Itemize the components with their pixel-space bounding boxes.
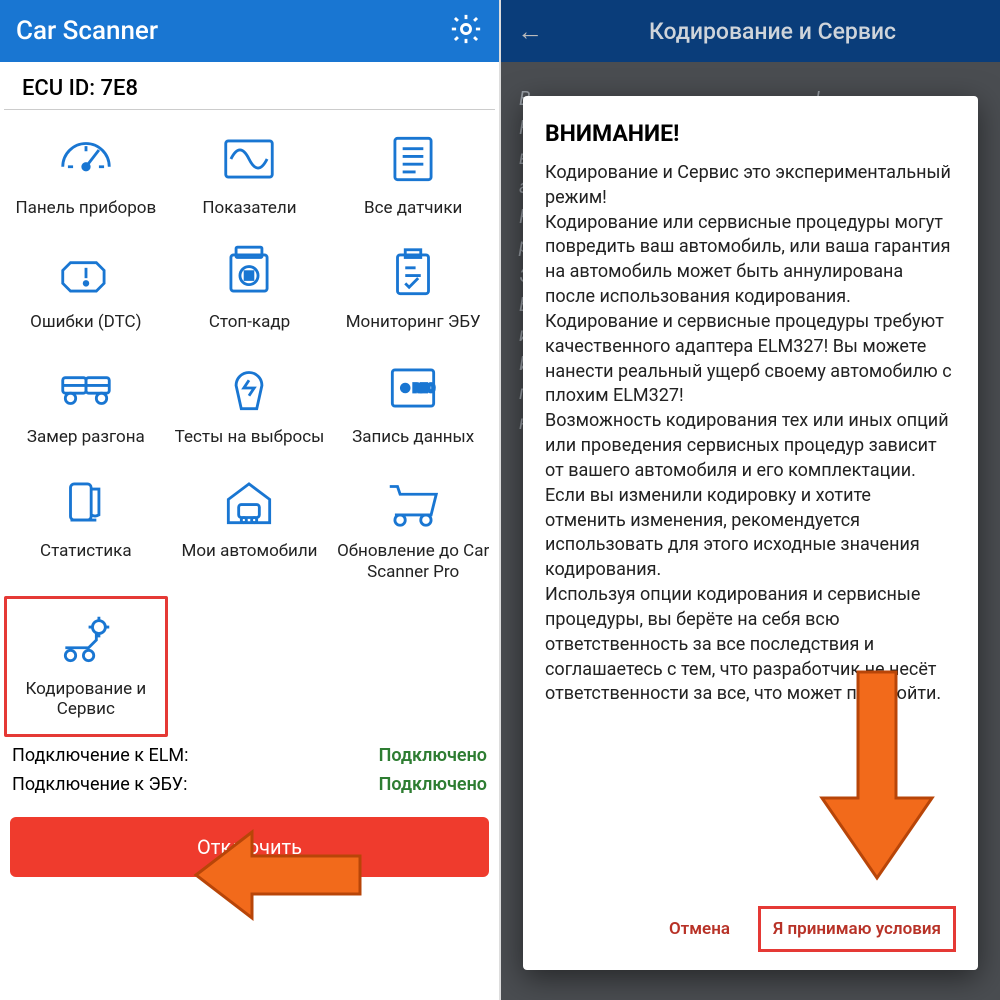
tile-allsensors[interactable]: Все датчики xyxy=(331,118,495,232)
tile-label: Мониторинг ЭБУ xyxy=(346,312,481,332)
right-screen: ← Кодирование и Сервис В !КваКрЭВиИпн ВН… xyxy=(501,0,1000,1000)
status-elm-value: Подключено xyxy=(379,745,487,766)
left-screen: Car Scanner ECU ID: 7E8 Панель приборов … xyxy=(0,0,501,1000)
status-ecu-label: Подключение к ЭБУ: xyxy=(12,774,187,795)
tile-ecumon[interactable]: Мониторинг ЭБУ xyxy=(331,232,495,346)
tile-label: Тесты на выбросы xyxy=(175,427,325,447)
tile-record[interactable]: REC Запись данных xyxy=(331,347,495,461)
status-ecu-value: Подключено xyxy=(379,774,487,795)
tile-mycars[interactable]: Мои автомобили xyxy=(168,461,332,596)
tile-upgrade[interactable]: Обновление до Car Scanner Pro xyxy=(331,461,495,596)
cancel-button[interactable]: Отмена xyxy=(659,907,740,951)
tile-label: Кодирование и Сервис xyxy=(11,679,161,720)
tile-label: Мои автомобили xyxy=(182,541,318,561)
ecu-id-label: ECU ID: 7E8 xyxy=(4,62,495,110)
disconnect-button[interactable]: Отключить xyxy=(10,817,489,877)
status-elm-label: Подключение к ELM: xyxy=(12,745,188,766)
dialog-body: Кодирование и Сервис это экспериментальн… xyxy=(545,161,956,892)
tile-coding[interactable]: Кодирование и Сервис xyxy=(4,596,168,737)
tile-indicators[interactable]: Показатели xyxy=(168,118,332,232)
tile-stats[interactable]: Статистика xyxy=(4,461,168,596)
dialog-title: ВНИМАНИЕ! xyxy=(545,120,956,147)
tile-grid: Панель приборов Показатели Все датчики О… xyxy=(0,110,499,737)
right-topbar: ← Кодирование и Сервис xyxy=(501,0,1000,62)
svg-text:REC: REC xyxy=(413,381,435,395)
app-title: Car Scanner xyxy=(16,16,158,46)
tile-freeze[interactable]: Стоп-кадр xyxy=(168,232,332,346)
tile-emissions[interactable]: Тесты на выбросы xyxy=(168,347,332,461)
tile-label: Обновление до Car Scanner Pro xyxy=(335,541,491,582)
tile-label: Замер разгона xyxy=(27,427,145,447)
tile-dtc[interactable]: Ошибки (DTC) xyxy=(4,232,168,346)
app-topbar: Car Scanner xyxy=(0,0,499,62)
tile-label: Статистика xyxy=(40,541,132,561)
tile-label: Ошибки (DTC) xyxy=(30,312,141,332)
tile-accel[interactable]: Замер разгона xyxy=(4,347,168,461)
tile-label: Запись данных xyxy=(352,427,474,447)
tile-label: Стоп-кадр xyxy=(209,312,290,332)
status-block: Подключение к ELM: Подключено Подключени… xyxy=(0,737,499,809)
warning-dialog: ВНИМАНИЕ! Кодирование и Сервис это экспе… xyxy=(523,96,978,970)
tile-label: Показатели xyxy=(202,198,296,218)
tile-label: Панель приборов xyxy=(15,198,156,218)
accept-button[interactable]: Я принимаю условия xyxy=(758,906,956,952)
tile-dashboard[interactable]: Панель приборов xyxy=(4,118,168,232)
right-title: Кодирование и Сервис xyxy=(649,18,896,45)
tile-label: Все датчики xyxy=(364,198,462,218)
gear-icon[interactable] xyxy=(449,12,483,50)
dialog-actions: Отмена Я принимаю условия xyxy=(545,892,956,952)
back-icon[interactable]: ← xyxy=(517,16,543,47)
